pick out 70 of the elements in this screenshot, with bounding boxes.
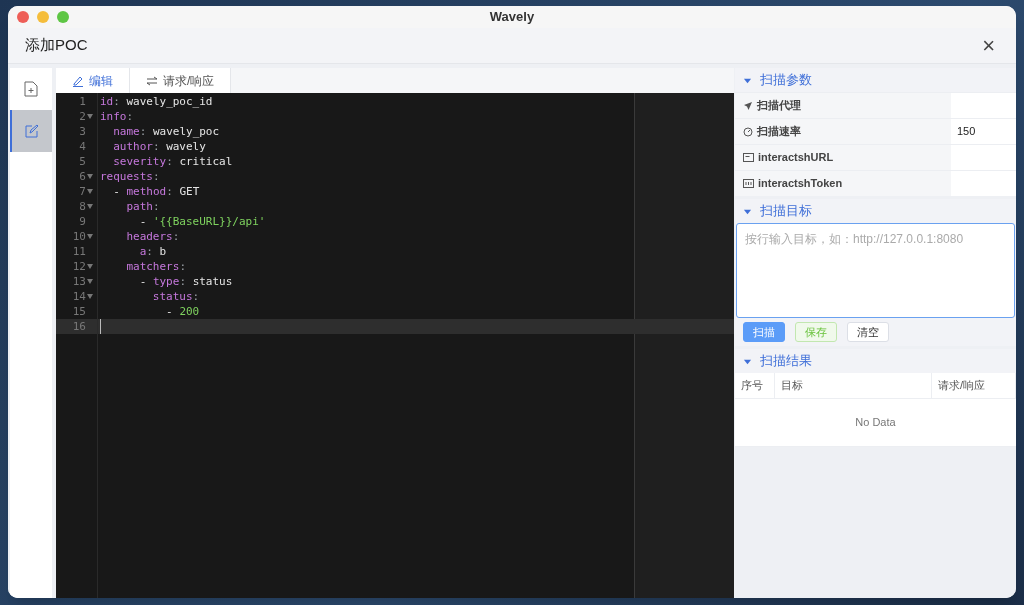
line-number: 7 [79, 184, 86, 199]
code-line: - type: status [138, 275, 233, 288]
line-number: 6 [79, 169, 86, 184]
action-button[interactable]: 扫描 [743, 322, 785, 342]
line-number: 14 [72, 289, 86, 304]
swap-icon [145, 75, 158, 86]
line-number: 4 [79, 139, 86, 154]
code-line: id: wavely_poc_id [99, 95, 213, 108]
code-line: - 200 [165, 305, 200, 318]
fold-icon[interactable] [87, 234, 94, 239]
line-number: 3 [79, 124, 86, 139]
id-card-icon [743, 153, 754, 162]
code-line: headers: [125, 230, 180, 243]
pen-icon [71, 74, 84, 87]
line-number: 5 [79, 154, 86, 169]
send-icon [743, 100, 753, 111]
code-line: author: wavely [112, 140, 206, 153]
line-number: 10 [72, 229, 86, 244]
token-icon [743, 179, 754, 188]
action-button[interactable]: 清空 [847, 322, 889, 342]
window-title: Wavely [489, 8, 535, 27]
editor-tab[interactable]: 请求/响应 [129, 68, 232, 93]
fold-icon[interactable] [87, 114, 94, 119]
code-line: path: [125, 200, 160, 213]
column-header: 请求/响应 [932, 373, 1016, 398]
fold-icon[interactable] [87, 174, 94, 179]
empty-text: No Data [855, 415, 896, 431]
section-title[interactable]: 扫描目标 [760, 201, 812, 221]
sidebar-item[interactable] [10, 110, 52, 152]
column-header: 序号 [735, 373, 775, 398]
column-header: 目标 [775, 373, 932, 398]
line-number: 16 [72, 319, 86, 334]
code-line: - method: GET [112, 185, 200, 198]
param-label: 扫描代理 [757, 98, 801, 114]
close-window-button[interactable] [17, 11, 29, 23]
fold-icon[interactable] [87, 279, 94, 284]
code-line: name: wavely_poc [112, 125, 220, 138]
target-field[interactable]: 按行输入目标，如：http://127.0.0.1:8080 [736, 223, 1015, 318]
param-label: interactshToken [758, 176, 843, 192]
line-number: 12 [72, 259, 86, 274]
line-number: 1 [79, 94, 86, 109]
code-line: status: [151, 290, 200, 303]
code-line: - '{{BaseURL}}/api' [138, 215, 266, 228]
fold-icon[interactable] [87, 189, 94, 194]
param-label: 扫描速率 [757, 124, 801, 140]
line-number: 11 [72, 244, 86, 259]
line-number: 15 [72, 304, 86, 319]
param-label: interactshURL [758, 150, 834, 166]
code-line: a: b [138, 245, 167, 258]
edit-icon [24, 124, 39, 138]
section-title[interactable]: 扫描参数 [760, 70, 812, 90]
editor-tab[interactable]: 编辑 [55, 68, 130, 93]
fold-icon[interactable] [87, 204, 94, 209]
fold-icon[interactable] [87, 294, 94, 299]
dialog-title: 添加POC [25, 35, 88, 56]
param-value[interactable]: 150 [957, 123, 976, 140]
code-line: info: [99, 110, 133, 123]
line-number: 8 [79, 199, 86, 214]
file-add-icon [23, 81, 38, 97]
code-line: severity: critical [112, 155, 233, 168]
line-number: 2 [79, 109, 86, 124]
code-line: matchers: [125, 260, 186, 273]
close-button[interactable]: × [978, 34, 999, 57]
code-line: requests: [99, 170, 160, 183]
line-number: 9 [79, 214, 86, 229]
fold-icon[interactable] [87, 264, 94, 269]
gauge-icon [743, 126, 753, 137]
text-cursor [99, 319, 101, 334]
section-title[interactable]: 扫描结果 [760, 351, 812, 371]
line-number: 13 [72, 274, 86, 289]
